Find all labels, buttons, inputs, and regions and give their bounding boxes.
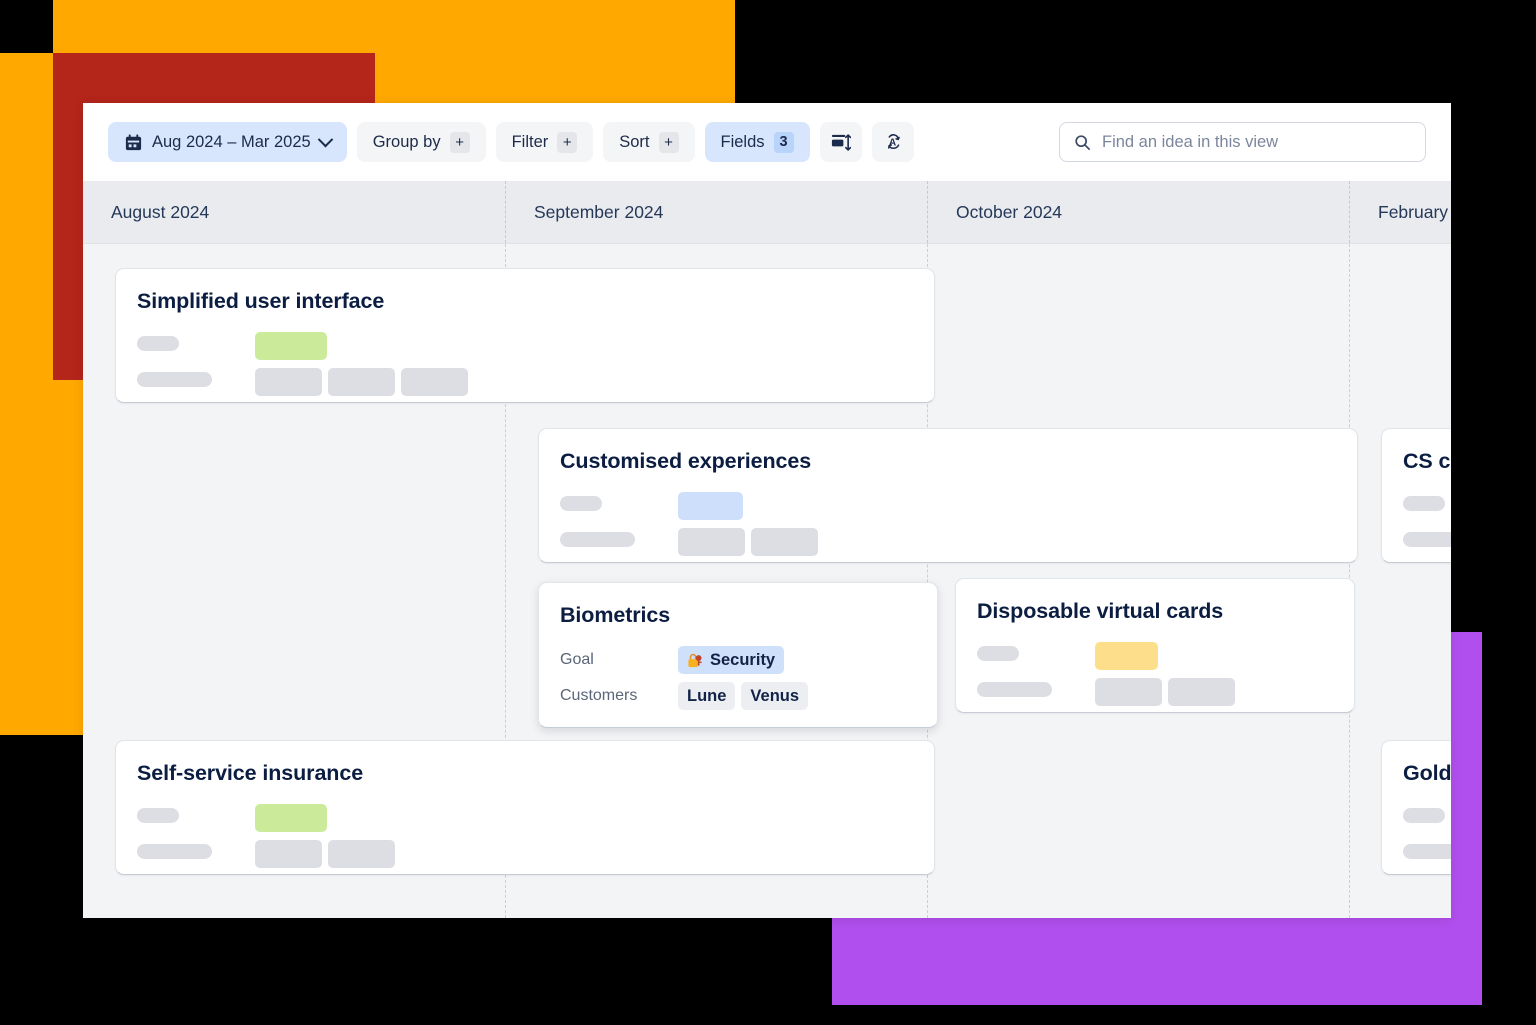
idea-field-row xyxy=(560,526,1336,558)
idea-card-gold-membership[interactable]: Gold m xyxy=(1381,740,1451,875)
idea-cards-layer: Simplified user interface Customised exp… xyxy=(83,244,1451,918)
idea-field-row-customers: Customers Lune Venus xyxy=(560,680,916,712)
idea-card-customised-experiences[interactable]: Customised experiences xyxy=(538,428,1358,563)
idea-card-title: Biometrics xyxy=(560,603,671,627)
goal-tag-label: Security xyxy=(710,650,776,669)
month-label: October 2024 xyxy=(956,201,1063,222)
idea-card-simplified-user-interface[interactable]: Simplified user interface xyxy=(115,268,935,403)
idea-card-title: CS ch xyxy=(1403,449,1451,473)
idea-card-cs-chatbot[interactable]: CS ch xyxy=(1381,428,1451,563)
date-range-label: Aug 2024 – Mar 2025 xyxy=(152,132,311,151)
fields-count-badge: 3 xyxy=(773,131,794,153)
auto-arrange-button[interactable]: A xyxy=(871,122,914,162)
field-label-placeholder xyxy=(1403,808,1445,823)
idea-card-biometrics[interactable]: Biometrics Goal Security Customers Lune … xyxy=(538,582,938,728)
search-icon xyxy=(1074,134,1091,151)
field-value-chip-placeholder xyxy=(401,368,468,396)
search-field[interactable] xyxy=(1059,122,1426,162)
search-input[interactable] xyxy=(1102,132,1411,152)
field-value-chip-placeholder xyxy=(1168,678,1235,706)
month-header-row: August 2024 September 2024 October 2024 … xyxy=(83,181,1451,244)
idea-card-title: Self-service insurance xyxy=(137,761,364,785)
field-label-placeholder xyxy=(137,808,179,823)
group-by-button[interactable]: Group by + xyxy=(356,122,486,162)
month-label: February 2025 xyxy=(1378,201,1451,222)
row-height-icon xyxy=(830,132,852,153)
field-value-chip-placeholder xyxy=(678,528,745,556)
idea-card-title: Customised experiences xyxy=(560,449,812,473)
month-column-header-september[interactable]: September 2024 xyxy=(505,181,927,243)
idea-field-row-goal: Goal Security xyxy=(560,644,916,676)
idea-field-row xyxy=(977,676,1333,708)
idea-field-row xyxy=(1403,490,1451,522)
screenshot-stage: Aug 2024 – Mar 2025 Group by + Filter + … xyxy=(0,0,1536,1025)
idea-field-row xyxy=(137,330,913,362)
roadmap-app-window: Aug 2024 – Mar 2025 Group by + Filter + … xyxy=(83,103,1451,918)
field-value-chip-placeholder xyxy=(751,528,818,556)
field-value-chip-placeholder xyxy=(1095,678,1162,706)
month-label: August 2024 xyxy=(111,201,210,222)
idea-card-self-service-insurance[interactable]: Self-service insurance xyxy=(115,740,935,875)
chevron-down-icon xyxy=(317,131,333,147)
field-value-chip-blue xyxy=(678,492,743,520)
idea-card-title: Simplified user interface xyxy=(137,289,385,313)
field-value-chip-yellow xyxy=(1095,642,1158,670)
group-by-add-icon: + xyxy=(449,131,470,153)
field-label-placeholder xyxy=(560,532,635,547)
date-range-button[interactable]: Aug 2024 – Mar 2025 xyxy=(108,122,347,162)
filter-label: Filter xyxy=(511,132,549,151)
filter-add-icon: + xyxy=(557,131,578,153)
idea-card-title: Disposable virtual cards xyxy=(977,599,1224,623)
filter-button[interactable]: Filter + xyxy=(495,122,594,162)
fields-button[interactable]: Fields 3 xyxy=(704,122,810,162)
field-label-placeholder xyxy=(977,646,1019,661)
sort-button[interactable]: Sort + xyxy=(603,122,695,162)
auto-arrange-icon: A xyxy=(882,131,904,153)
customer-tag-lune[interactable]: Lune xyxy=(678,682,736,710)
fields-label: Fields xyxy=(720,132,765,151)
group-by-label: Group by xyxy=(372,132,441,151)
field-value-chip-placeholder xyxy=(255,840,322,868)
field-label-goal: Goal xyxy=(560,651,594,668)
field-label-placeholder xyxy=(560,496,602,511)
view-toolbar: Aug 2024 – Mar 2025 Group by + Filter + … xyxy=(83,103,1451,181)
field-value-chip-green xyxy=(255,332,327,360)
idea-field-row xyxy=(137,838,913,870)
idea-field-row xyxy=(137,802,913,834)
field-label-placeholder xyxy=(1403,532,1451,547)
field-value-chip-green xyxy=(255,804,327,832)
field-label-placeholder xyxy=(1403,844,1451,859)
idea-field-row xyxy=(1403,802,1451,834)
month-column-header-february[interactable]: February 2025 xyxy=(1349,181,1451,243)
field-label-customers: Customers xyxy=(560,687,638,704)
idea-field-row xyxy=(1403,526,1451,558)
customer-tag-venus[interactable]: Venus xyxy=(741,682,809,710)
row-height-button[interactable] xyxy=(819,122,862,162)
goal-tag-security[interactable]: Security xyxy=(678,646,785,674)
field-value-chip-placeholder xyxy=(328,840,395,868)
field-label-placeholder xyxy=(137,844,212,859)
field-value-chip-placeholder xyxy=(328,368,395,396)
idea-field-row xyxy=(137,366,913,398)
sort-label: Sort xyxy=(619,132,650,151)
locked-with-key-icon xyxy=(687,652,704,669)
idea-field-row xyxy=(977,640,1333,672)
idea-field-row xyxy=(560,490,1336,522)
field-label-placeholder xyxy=(1403,496,1445,511)
field-label-placeholder xyxy=(137,336,179,351)
sort-add-icon: + xyxy=(658,131,679,153)
calendar-icon xyxy=(124,133,143,152)
idea-card-title: Gold m xyxy=(1403,761,1451,785)
field-value-chip-placeholder xyxy=(255,368,322,396)
field-label-placeholder xyxy=(977,682,1052,697)
idea-field-row xyxy=(1403,838,1451,870)
roadmap-board: August 2024 September 2024 October 2024 … xyxy=(83,181,1451,918)
idea-card-disposable-virtual-cards[interactable]: Disposable virtual cards xyxy=(955,578,1355,713)
month-column-header-august[interactable]: August 2024 xyxy=(83,181,505,243)
month-column-header-october[interactable]: October 2024 xyxy=(927,181,1349,243)
field-label-placeholder xyxy=(137,372,212,387)
month-label: September 2024 xyxy=(534,201,664,222)
